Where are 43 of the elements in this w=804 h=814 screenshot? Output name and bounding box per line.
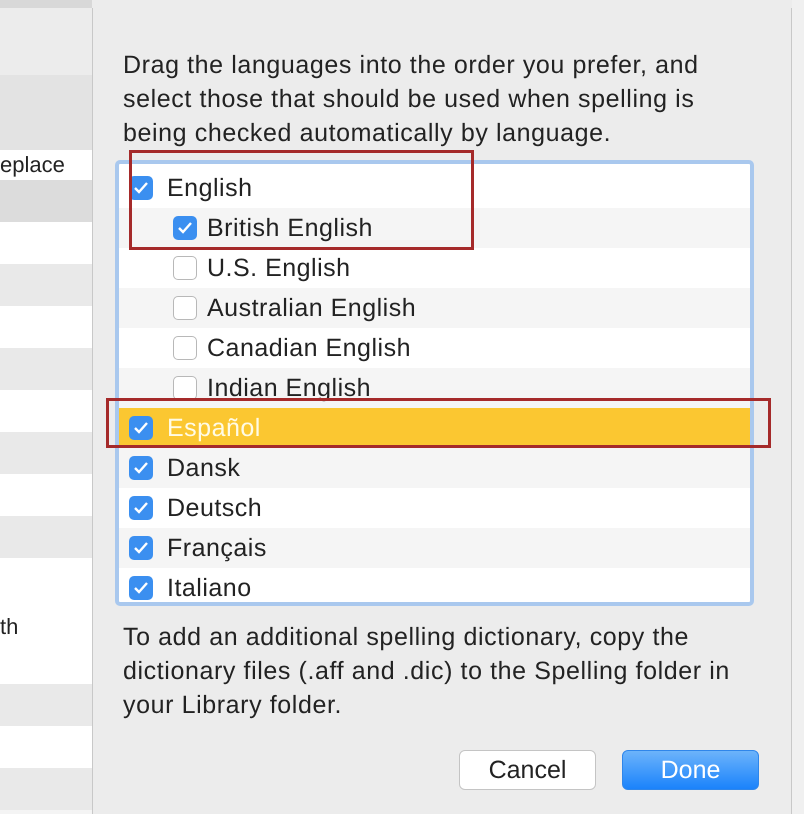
language-label: Indian English <box>207 374 372 402</box>
checkbox[interactable] <box>173 216 197 240</box>
language-row[interactable]: Indian English <box>119 368 750 408</box>
language-row[interactable]: Français <box>119 528 750 568</box>
language-row[interactable]: British English <box>119 208 750 248</box>
checkbox[interactable] <box>173 296 197 320</box>
language-row[interactable]: Australian English <box>119 288 750 328</box>
checkmark-icon <box>177 221 193 235</box>
help-text: To add an additional spelling dictionary, copy the dictionary files (.aff and .dic) to the Spelling folder in your Library folder. <box>123 622 731 721</box>
checkbox[interactable] <box>129 576 153 600</box>
checkmark-icon <box>133 541 149 555</box>
instructions-text: Drag the languages into the order you prefer, and select those that should be used when spelling is being checked automatically by language. <box>123 50 700 149</box>
language-row[interactable]: Dansk <box>119 448 750 488</box>
checkmark-icon <box>133 421 149 435</box>
checkmark-icon <box>133 181 149 195</box>
language-row[interactable]: U.S. English <box>119 248 750 288</box>
language-label: U.S. English <box>207 254 351 282</box>
cancel-button[interactable]: Cancel <box>459 750 596 790</box>
language-label: Australian English <box>207 294 416 322</box>
language-label: Deutsch <box>167 494 262 522</box>
checkbox[interactable] <box>129 536 153 560</box>
language-label: Español <box>167 414 261 442</box>
checkbox[interactable] <box>129 416 153 440</box>
language-label: Italiano <box>167 574 252 602</box>
language-label: Canadian English <box>207 334 411 362</box>
table-cell: eplace <box>0 150 92 180</box>
language-label: Français <box>167 534 267 562</box>
table-cell: th <box>0 600 92 642</box>
checkbox[interactable] <box>129 456 153 480</box>
language-row[interactable]: English <box>119 168 750 208</box>
checkbox[interactable] <box>173 336 197 360</box>
language-row[interactable]: Canadian English <box>119 328 750 368</box>
language-label: British English <box>207 214 373 242</box>
checkmark-icon <box>133 461 149 475</box>
language-row[interactable]: Deutsch <box>119 488 750 528</box>
checkbox[interactable] <box>173 256 197 280</box>
checkbox[interactable] <box>173 376 197 400</box>
language-row[interactable]: Italiano <box>119 568 750 602</box>
checkbox[interactable] <box>129 496 153 520</box>
checkmark-icon <box>133 581 149 595</box>
language-label: Dansk <box>167 454 240 482</box>
language-label: English <box>167 174 252 202</box>
checkmark-icon <box>133 501 149 515</box>
